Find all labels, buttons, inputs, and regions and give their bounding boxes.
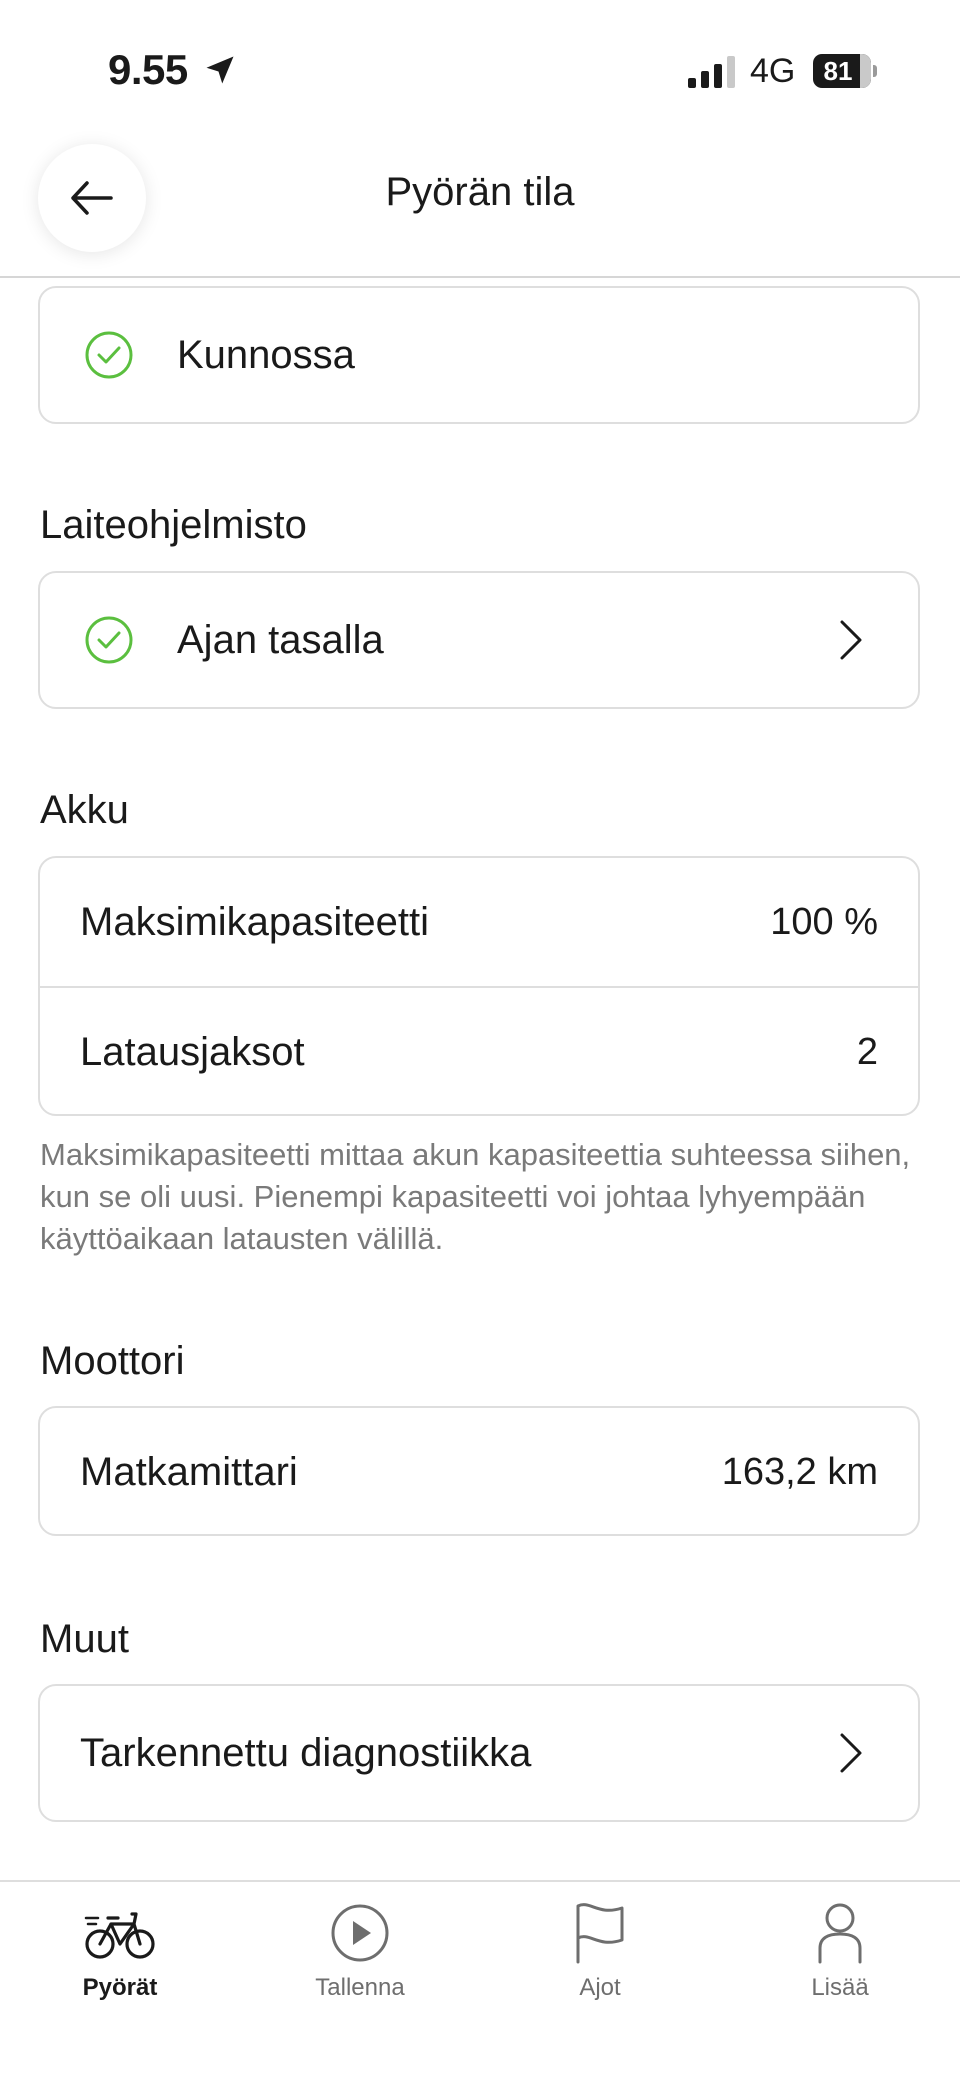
status-bar: 9.55 4G 81 xyxy=(0,0,960,130)
tab-bar: Pyörät Tallenna Ajot Lisää xyxy=(0,1880,960,2083)
status-card: Kunnossa xyxy=(38,286,920,424)
page-title: Pyörän tila xyxy=(385,170,575,214)
section-heading-battery: Akku xyxy=(40,788,129,832)
tab-bikes[interactable]: Pyörät xyxy=(0,1882,240,2032)
capacity-value: 100 % xyxy=(770,901,878,943)
battery-indicator: 81 xyxy=(813,54,877,88)
battery-row-cycles: Latausjaksot 2 xyxy=(40,988,918,1116)
advanced-diagnostics-label: Tarkennettu diagnostiikka xyxy=(80,1731,532,1775)
battery-note: Maksimikapasiteetti mittaa akun kapasite… xyxy=(40,1137,911,1256)
header: Pyörän tila xyxy=(0,130,960,278)
tab-record[interactable]: Tallenna xyxy=(240,1882,480,2032)
check-circle-icon xyxy=(85,331,133,379)
firmware-status-label: Ajan tasalla xyxy=(177,618,384,662)
tab-more[interactable]: Lisää xyxy=(720,1882,960,2032)
bike-icon xyxy=(84,1912,155,1959)
play-icon xyxy=(331,1904,389,1962)
tab-label: Tallenna xyxy=(315,1974,405,2001)
tab-label: Ajot xyxy=(579,1974,621,2001)
advanced-diagnostics-card[interactable]: Tarkennettu diagnostiikka xyxy=(38,1684,920,1822)
chevron-right-icon xyxy=(840,1733,862,1773)
network-label: 4G xyxy=(750,52,796,90)
odometer-value: 163,2 km xyxy=(721,1451,878,1493)
battery-card: Maksimikapasiteetti 100 % Latausjaksot 2 xyxy=(38,856,920,1116)
odometer-label: Matkamittari xyxy=(80,1450,298,1494)
battery-row-capacity: Maksimikapasiteetti 100 % xyxy=(40,858,918,988)
section-heading-firmware: Laiteohjelmisto xyxy=(40,503,307,547)
status-time: 9.55 xyxy=(108,46,188,93)
tab-label: Lisää xyxy=(811,1974,869,2001)
location-arrow-icon xyxy=(206,56,234,84)
section-heading-other: Muut xyxy=(40,1617,129,1661)
capacity-label: Maksimikapasiteetti xyxy=(80,900,430,944)
person-icon xyxy=(818,1903,862,1964)
battery-percentage: 81 xyxy=(823,56,853,86)
motor-card: Matkamittari 163,2 km xyxy=(38,1406,920,1536)
tab-label: Pyörät xyxy=(82,1974,158,2001)
cycles-label: Latausjaksot xyxy=(80,1030,305,1074)
firmware-card[interactable]: Ajan tasalla xyxy=(38,571,920,709)
flag-icon xyxy=(576,1903,624,1964)
signal-icon xyxy=(688,56,735,88)
tab-rides[interactable]: Ajot xyxy=(480,1882,720,2032)
chevron-right-icon xyxy=(840,620,862,660)
cycles-value: 2 xyxy=(856,1031,878,1073)
status-label: Kunnossa xyxy=(177,333,355,377)
check-circle-icon xyxy=(85,616,133,664)
section-heading-motor: Moottori xyxy=(40,1339,185,1383)
